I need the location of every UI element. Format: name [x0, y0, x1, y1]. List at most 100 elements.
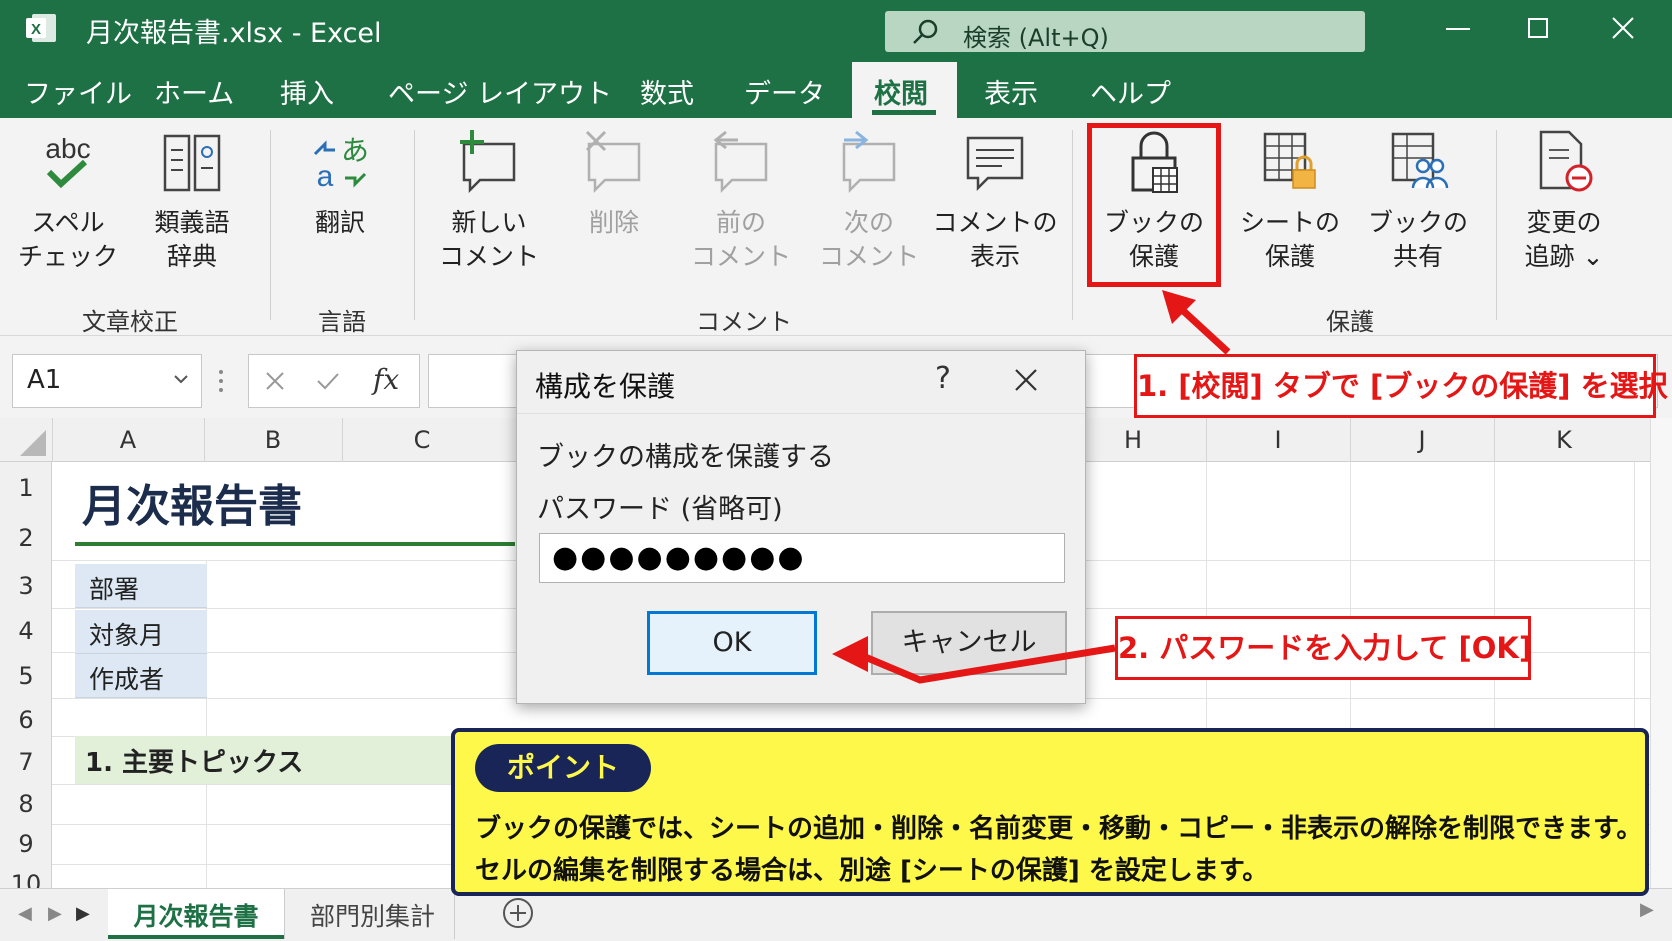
cancel-button[interactable]: キャンセル — [871, 611, 1067, 675]
ribbon: abc スペル チェック 類義語 辞典 a あ 翻訳 新しい コメント 削除 前… — [0, 118, 1672, 336]
previous-sheet-icon[interactable]: ◀ — [18, 903, 32, 924]
enter-check-icon[interactable] — [315, 369, 341, 393]
more-options-icon[interactable] — [216, 368, 226, 394]
group-label-language: 言語 — [318, 308, 366, 336]
field-label-department[interactable]: 部署 — [75, 564, 207, 608]
password-field[interactable]: ●●●●●●●●● — [539, 533, 1065, 583]
cancel-icon[interactable] — [263, 369, 287, 393]
track-changes-icon — [1539, 130, 1593, 192]
delete-comment-icon — [585, 130, 641, 194]
sheet-tab-label: 月次報告書 — [133, 902, 259, 931]
ribbon-separator — [1072, 130, 1073, 320]
ribbon-separator — [270, 130, 271, 320]
dialog-title: 構成を保護 — [535, 370, 676, 403]
svg-text:あ: あ — [341, 134, 369, 167]
spelling-button[interactable]: abc スペル チェック — [10, 124, 126, 274]
formula-actions: fx — [248, 354, 420, 408]
last-sheet-icon[interactable]: ▶ — [76, 903, 90, 924]
insert-function-icon[interactable]: fx — [373, 363, 399, 396]
ribbon-separator — [1496, 130, 1497, 320]
previous-comment-button[interactable]: 前の コメント — [676, 124, 806, 274]
tab-data[interactable]: データ — [744, 72, 825, 111]
group-label-proofing: 文章校正 — [82, 308, 178, 336]
tab-formulas[interactable]: 数式 — [640, 72, 694, 111]
minimize-icon[interactable] — [1438, 12, 1478, 46]
ribbon-tab-bar: ファイル ホーム 挿入 ページ レイアウト 数式 データ 校閲 表示 ヘルプ — [0, 58, 1672, 118]
share-workbook-button[interactable]: ブックの 共有 — [1356, 124, 1480, 274]
translate-icon: a あ — [313, 134, 369, 193]
row-header-7[interactable]: 7 — [0, 748, 52, 776]
ok-button[interactable]: OK — [647, 611, 817, 675]
column-header-b[interactable]: B — [204, 426, 342, 454]
password-label: パスワード (省略可) — [537, 494, 783, 525]
vertical-scrollbar[interactable] — [1650, 418, 1672, 888]
column-header-a[interactable]: A — [52, 426, 204, 454]
row-header-8[interactable]: 8 — [0, 790, 52, 818]
tab-help[interactable]: ヘルプ — [1090, 72, 1171, 111]
row-header-9[interactable]: 9 — [0, 830, 52, 858]
row-header-4[interactable]: 4 — [0, 617, 52, 645]
row-header-2[interactable]: 2 — [0, 524, 52, 552]
step-2-callout: 2. パスワードを入力して [OK] — [1115, 616, 1532, 680]
report-title-cell[interactable]: 月次報告書 — [82, 470, 302, 534]
sheet-tab-monthly-report[interactable]: 月次報告書 — [108, 889, 284, 939]
row-header-1[interactable]: 1 — [0, 474, 52, 502]
maximize-icon[interactable] — [1518, 12, 1558, 46]
tab-view[interactable]: 表示 — [984, 72, 1038, 111]
protect-workbook-highlight — [1087, 123, 1221, 287]
row-header-3[interactable]: 3 — [0, 572, 52, 600]
close-window-icon[interactable] — [1603, 12, 1643, 46]
svg-text:X: X — [31, 21, 41, 38]
section-header-cell[interactable]: 1. 主要トピックス — [85, 742, 303, 779]
tab-review[interactable]: 校閲 — [874, 72, 928, 111]
share-workbook-icon — [1391, 132, 1449, 189]
column-header-j[interactable]: J — [1350, 426, 1494, 454]
next-sheet-icon[interactable]: ▶ — [48, 903, 62, 924]
title-underline — [75, 542, 515, 546]
tab-home[interactable]: ホーム — [154, 72, 234, 111]
column-header-k[interactable]: K — [1494, 426, 1634, 454]
thesaurus-button[interactable]: 類義語 辞典 — [134, 124, 250, 274]
svg-text:abc: abc — [45, 133, 90, 164]
next-comment-button[interactable]: 次の コメント — [804, 124, 934, 274]
delete-comment-button[interactable]: 削除 — [556, 124, 672, 240]
field-label-target-month[interactable]: 対象月 — [75, 610, 207, 654]
protect-sheet-button[interactable]: シートの 保護 — [1228, 124, 1352, 274]
field-label-author[interactable]: 作成者 — [75, 654, 207, 698]
tab-page-layout[interactable]: ページ レイアウト — [388, 72, 612, 111]
track-changes-label: 変更の 追跡 ⌄ — [1524, 208, 1604, 271]
name-box-value: A1 — [27, 365, 62, 395]
close-icon[interactable] — [1011, 365, 1041, 395]
point-note-line-1: ブックの保護では、シートの追加・削除・名前変更・移動・コピー・非表示の解除を制限… — [475, 814, 1643, 844]
tab-insert[interactable]: 挿入 — [280, 72, 334, 111]
help-icon[interactable]: ? — [935, 361, 951, 396]
select-all-icon[interactable] — [18, 428, 48, 458]
show-comments-label: コメントの 表示 — [932, 208, 1058, 271]
tab-file[interactable]: ファイル — [24, 72, 132, 111]
svg-text:a: a — [317, 160, 334, 193]
protect-structure-checkbox[interactable]: ブックの構成を保護する — [537, 435, 834, 474]
next-comment-icon — [842, 130, 896, 194]
row-header-6[interactable]: 6 — [0, 706, 52, 734]
translate-button[interactable]: a あ 翻訳 — [282, 124, 398, 240]
sheet-tab-department-summary[interactable]: 部門別集計 — [310, 897, 435, 933]
group-label-comments: コメント — [696, 308, 792, 336]
row-header-5[interactable]: 5 — [0, 662, 52, 690]
column-header-c[interactable]: C — [342, 426, 502, 454]
book-icon — [163, 134, 221, 192]
scroll-right-icon[interactable]: ▶ — [1640, 899, 1654, 920]
show-comments-button[interactable]: コメントの 表示 — [932, 124, 1058, 274]
ribbon-separator — [414, 130, 415, 320]
tab-separator — [454, 889, 455, 939]
spell-check-icon: abc — [45, 133, 91, 189]
name-box[interactable]: A1 — [12, 354, 202, 408]
search-box[interactable]: 検索 (Alt+Q) — [885, 11, 1365, 52]
dialog-divider — [517, 413, 1085, 414]
group-label-protect: 保護 — [1326, 308, 1374, 336]
point-note-line-2: セルの編集を制限する場合は、別途 [シートの保護] を設定します。 — [475, 856, 1269, 886]
row-header-10[interactable]: 10 — [0, 870, 52, 888]
add-sheet-icon[interactable] — [500, 895, 536, 931]
track-changes-button[interactable]: 変更の 追跡 ⌄ — [1502, 124, 1626, 274]
column-header-i[interactable]: I — [1206, 426, 1350, 454]
new-comment-button[interactable]: 新しい コメント — [424, 124, 554, 274]
